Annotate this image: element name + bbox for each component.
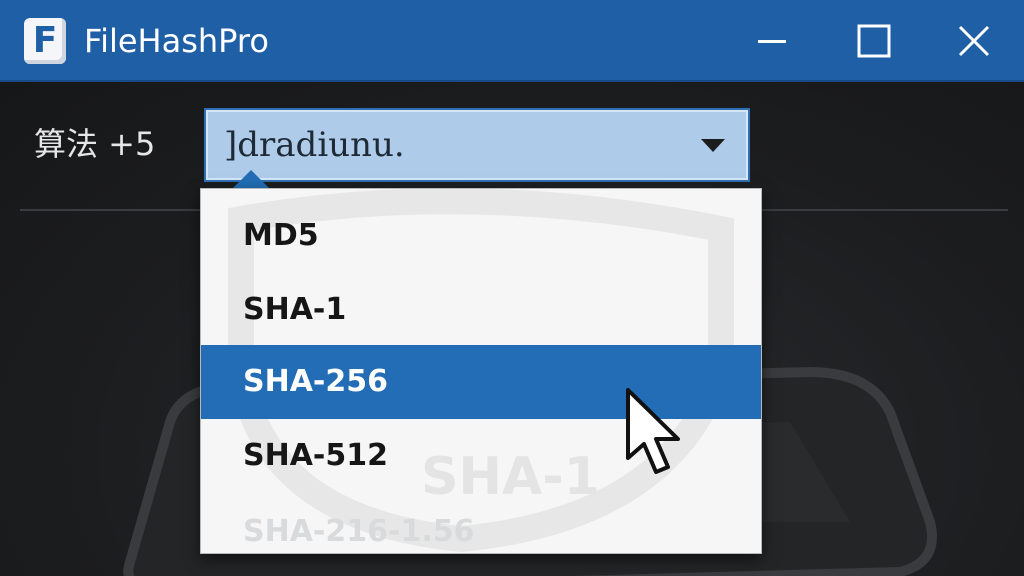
- maximize-icon: [857, 24, 891, 58]
- minimize-icon: [758, 40, 786, 43]
- app-logo-icon: F: [24, 18, 66, 64]
- dropdown-pointer-icon: [231, 170, 271, 190]
- mouse-cursor-icon: [626, 388, 680, 474]
- app-logo-letter: F: [32, 20, 58, 61]
- close-icon: [958, 25, 990, 57]
- algorithm-dropdown-list[interactable]: SHA-1 MD5 SHA-1 SHA-256 SHA-512 SHA-216-…: [200, 188, 762, 554]
- dropdown-option-sha216-156[interactable]: SHA-216-1.56: [201, 495, 761, 553]
- close-button[interactable]: [924, 0, 1024, 82]
- chevron-down-icon[interactable]: [700, 138, 726, 154]
- maximize-button[interactable]: [824, 0, 924, 82]
- dropdown-option-md5[interactable]: MD5: [201, 199, 761, 273]
- title-bar[interactable]: F FileHashPro: [0, 0, 1024, 82]
- minimize-button[interactable]: [722, 0, 822, 82]
- dropdown-option-sha1[interactable]: SHA-1: [201, 273, 761, 347]
- algorithm-select[interactable]: ]dradiunu.: [204, 108, 750, 182]
- algorithm-label: 算法 +5: [34, 125, 156, 163]
- app-window: F FileHashPro SHA-1 算法 +5: [0, 0, 1024, 576]
- window-title: FileHashPro: [84, 22, 269, 60]
